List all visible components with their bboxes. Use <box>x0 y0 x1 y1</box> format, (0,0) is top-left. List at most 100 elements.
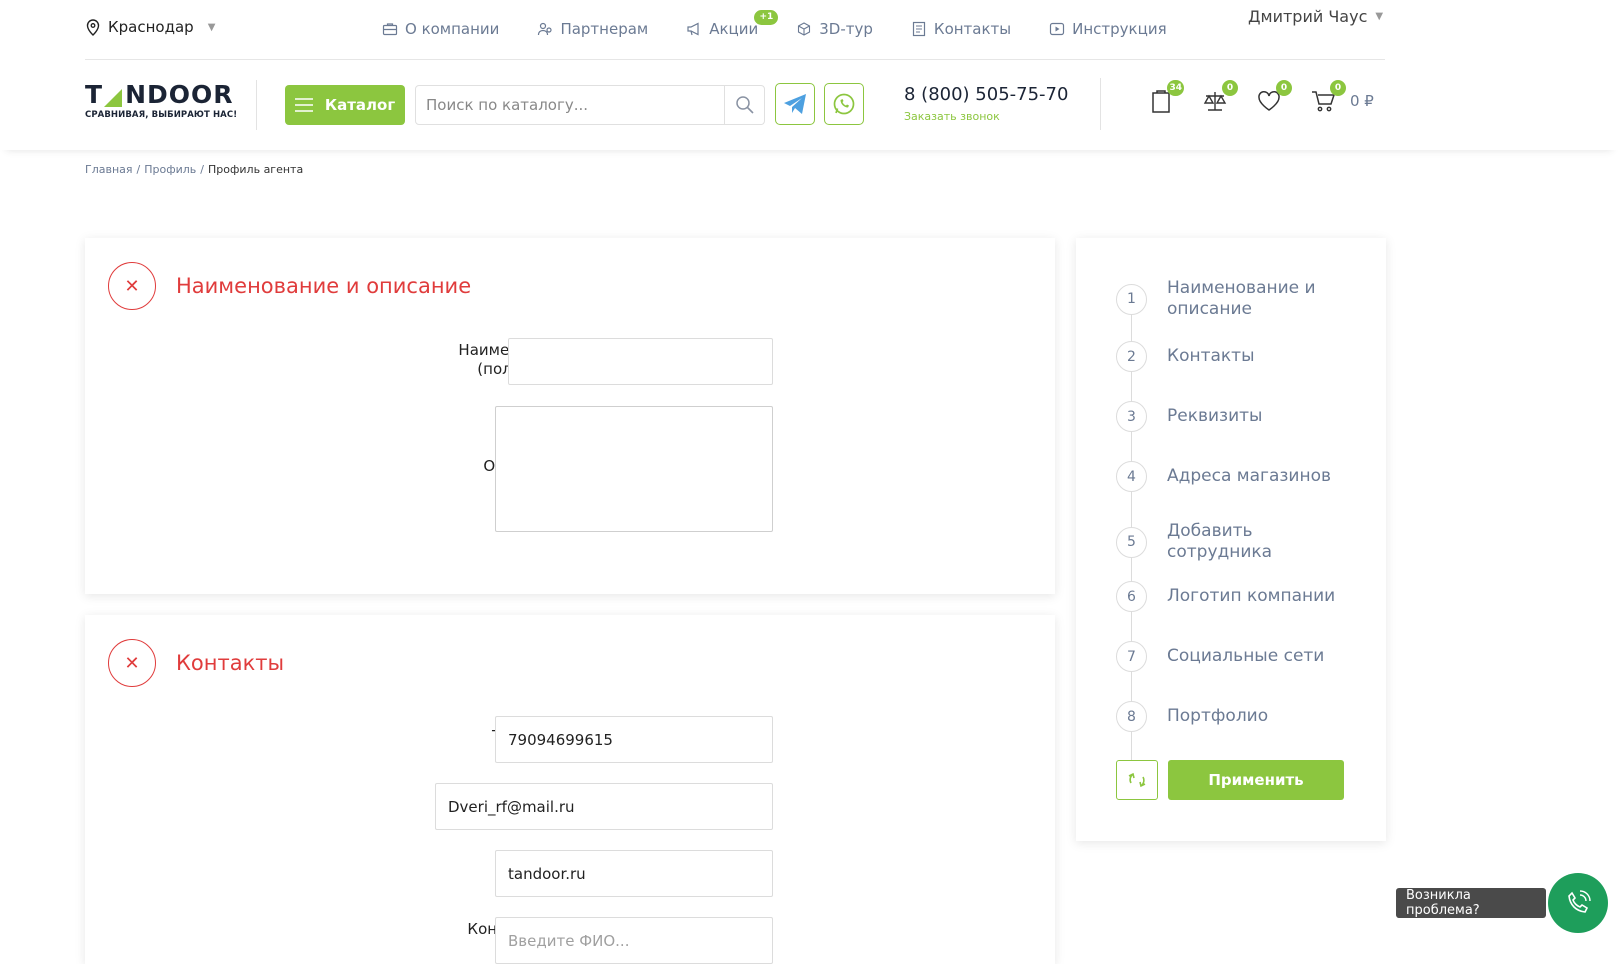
logo-text-left: T <box>85 80 104 109</box>
orders-badge: 34 <box>1167 80 1184 96</box>
step-number: 3 <box>1116 401 1147 432</box>
user-menu[interactable]: Дмитрий Чаус ▼ <box>1248 7 1383 26</box>
error-close-icon: ✕ <box>108 262 156 310</box>
catalog-button-label: Каталог <box>324 96 396 114</box>
catalog-button[interactable]: Каталог <box>285 85 405 125</box>
name-input[interactable] <box>508 338 773 385</box>
help-tooltip: Возникла проблема? <box>1396 888 1546 918</box>
step-number: 2 <box>1116 341 1147 372</box>
favorites-badge: 0 <box>1276 80 1292 96</box>
main-header: T NDOOR СРАВНИВАЯ, ВЫБИРАЮТ НАС! Каталог… <box>0 60 1618 150</box>
step-label: Портфолио <box>1167 706 1269 726</box>
logo-mark-icon <box>104 86 124 108</box>
step-number: 8 <box>1116 701 1147 732</box>
city-name: Краснодар <box>108 18 194 36</box>
top-navigation: О компании Партнерам Акции +1 3D-тур Кон… <box>382 10 1167 38</box>
apply-button[interactable]: Применить <box>1168 760 1344 800</box>
nav-3d-tour-label: 3D-тур <box>819 20 873 38</box>
phone-input[interactable]: 79094699615 <box>495 716 773 763</box>
telegram-button[interactable] <box>775 83 815 125</box>
phone-number[interactable]: 8 (800) 505-75-70 <box>904 84 1068 105</box>
nav-about-label: О компании <box>405 20 500 38</box>
chevron-down-icon: ▼ <box>1375 11 1384 22</box>
search-button[interactable] <box>724 86 764 124</box>
nav-instruction-label: Инструкция <box>1072 20 1167 38</box>
logo-text-right: NDOOR <box>125 80 234 109</box>
city-selector[interactable]: Краснодар ▼ <box>86 18 215 36</box>
logo-tagline: СРАВНИВАЯ, ВЫБИРАЮТ НАС! <box>85 110 238 120</box>
nav-promotions[interactable]: Акции +1 <box>686 10 779 38</box>
card-header: ✕ Контакты <box>108 639 284 687</box>
search-icon <box>735 96 754 114</box>
description-textarea[interactable] <box>495 406 773 532</box>
menu-icon <box>294 98 313 112</box>
megaphone-icon <box>687 22 699 36</box>
step-item-requisites[interactable]: 3 Реквизиты <box>1116 401 1357 432</box>
reset-button[interactable] <box>1116 760 1158 800</box>
step-item-portfolio[interactable]: 8 Портфолио <box>1116 701 1357 732</box>
partners-icon <box>538 22 553 36</box>
contact-person-input[interactable]: Введите ФИО... <box>495 917 773 964</box>
cart-button[interactable]: 0 <box>1310 80 1346 114</box>
name-description-card: ✕ Наименование и описание Наименование (… <box>85 238 1055 594</box>
breadcrumb-item-home[interactable]: Главная <box>85 163 133 176</box>
step-label: Реквизиты <box>1167 406 1263 426</box>
nav-contacts-label: Контакты <box>933 20 1012 38</box>
header-actions: 34 0 0 0 0 ₽ <box>1148 80 1374 114</box>
briefcase-icon <box>382 23 398 36</box>
step-item-contacts[interactable]: 2 Контакты <box>1116 341 1357 372</box>
nav-3d-tour[interactable]: 3D-тур <box>796 20 873 38</box>
logo-wordmark: T NDOOR <box>85 82 237 108</box>
nav-about[interactable]: О компании <box>382 20 499 38</box>
telegram-icon <box>784 94 806 114</box>
breadcrumb-separator: / <box>200 163 205 176</box>
search-box <box>415 85 765 125</box>
step-number: 6 <box>1116 581 1147 612</box>
error-close-icon: ✕ <box>108 639 156 687</box>
step-item-social-networks[interactable]: 7 Социальные сети <box>1116 641 1357 672</box>
step-label: Социальные сети <box>1167 646 1325 666</box>
card-title: Контакты <box>176 651 285 675</box>
phone-call-icon <box>1568 890 1591 913</box>
step-label: Наименование и описание <box>1167 278 1316 319</box>
card-title: Наименование и описание <box>176 274 472 298</box>
refresh-icon <box>1128 772 1146 788</box>
nav-promotions-label: Акции <box>709 20 759 38</box>
step-item-store-addresses[interactable]: 4 Адреса магазинов <box>1116 461 1357 492</box>
whatsapp-icon <box>833 93 855 115</box>
cube-icon <box>798 22 811 36</box>
nav-instruction[interactable]: Инструкция <box>1049 20 1167 38</box>
compare-button[interactable]: 0 <box>1202 80 1238 114</box>
cart-badge: 0 <box>1330 80 1346 96</box>
chevron-down-icon: ▼ <box>207 21 216 33</box>
orders-button[interactable]: 34 <box>1148 80 1184 114</box>
step-item-company-logo[interactable]: 6 Логотип компании <box>1116 581 1357 612</box>
search-input[interactable] <box>416 86 724 124</box>
cart-sum[interactable]: 0 ₽ <box>1350 92 1374 110</box>
help-call-button[interactable] <box>1548 873 1608 933</box>
promotions-badge: +1 <box>754 10 779 25</box>
nav-partners-label: Партнерам <box>560 20 649 38</box>
callback-link[interactable]: Заказать звонок <box>904 110 1000 123</box>
logo[interactable]: T NDOOR СРАВНИВАЯ, ВЫБИРАЮТ НАС! <box>85 82 238 121</box>
favorites-button[interactable]: 0 <box>1256 80 1292 114</box>
breadcrumb-separator: / <box>136 163 141 176</box>
top-bar: Краснодар ▼ О компании Партнерам Акции +… <box>0 0 1618 60</box>
nav-partners[interactable]: Партнерам <box>537 20 648 38</box>
breadcrumb-item-profile[interactable]: Профиль <box>144 163 196 176</box>
profile-steps-panel: 1 Наименование и описание 2 Контакты 3 Р… <box>1076 238 1386 841</box>
divider <box>1100 78 1101 130</box>
contacts-card: ✕ Контакты Телефон 79094699615 E- mail D… <box>85 615 1055 964</box>
contacts-icon <box>912 21 926 37</box>
location-pin-icon <box>86 18 100 36</box>
whatsapp-button[interactable] <box>824 83 864 125</box>
step-number: 5 <box>1116 526 1147 558</box>
compare-badge: 0 <box>1222 80 1238 96</box>
step-item-name-description[interactable]: 1 Наименование и описание <box>1116 278 1357 320</box>
site-input[interactable]: tandoor.ru <box>495 850 773 897</box>
nav-contacts[interactable]: Контакты <box>911 20 1011 38</box>
card-header: ✕ Наименование и описание <box>108 262 471 310</box>
step-number: 7 <box>1116 641 1147 672</box>
step-item-add-employee[interactable]: 5 Добавить сотрудника <box>1116 521 1357 563</box>
email-input[interactable]: Dveri_rf@mail.ru <box>435 783 773 830</box>
